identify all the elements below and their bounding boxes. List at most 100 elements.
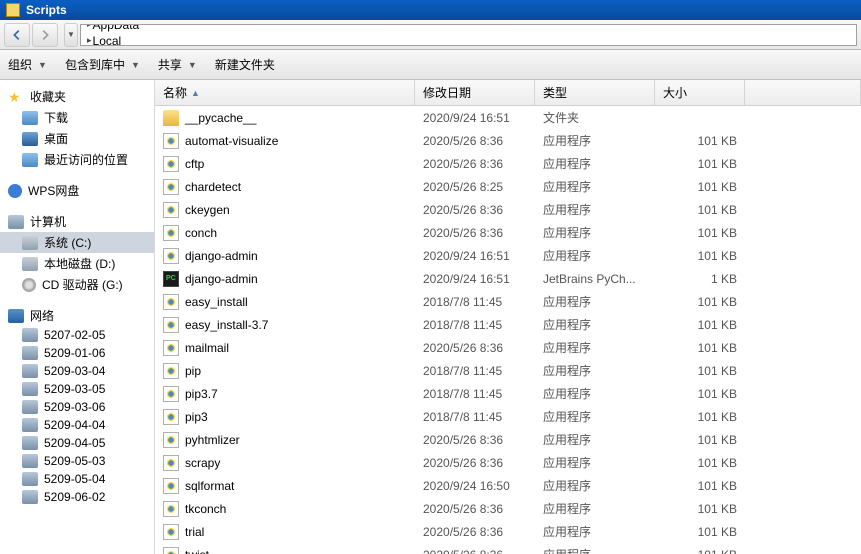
column-header-extra[interactable] — [745, 80, 861, 105]
file-row[interactable]: pip3.72018/7/8 11:45应用程序101 KB — [155, 382, 861, 405]
sidebar-item[interactable]: 下载 — [0, 107, 154, 128]
sidebar-item[interactable]: 5209-03-06 — [0, 398, 154, 416]
file-row[interactable]: tkconch2020/5/26 8:36应用程序101 KB — [155, 497, 861, 520]
file-row[interactable]: pip3 2018/7/8 11:45应用程序101 KB — [155, 405, 861, 428]
file-size-cell: 101 KB — [655, 410, 745, 424]
file-size-cell: 101 KB — [655, 295, 745, 309]
sidebar-network[interactable]: 网络 — [0, 305, 154, 326]
file-size-cell: 101 KB — [655, 479, 745, 493]
file-row[interactable]: cftp2020/5/26 8:36应用程序101 KB — [155, 152, 861, 175]
file-size-cell: 101 KB — [655, 387, 745, 401]
sidebar-item[interactable]: 5209-01-06 — [0, 344, 154, 362]
file-name: twist — [185, 548, 209, 554]
sidebar-item[interactable]: 5209-04-05 — [0, 434, 154, 452]
file-row[interactable]: pyhtmlizer2020/5/26 8:36应用程序101 KB — [155, 428, 861, 451]
file-size-cell: 101 KB — [655, 180, 745, 194]
file-date-cell: 2018/7/8 11:45 — [415, 410, 535, 424]
file-row[interactable]: easy_install2018/7/8 11:45应用程序101 KB — [155, 290, 861, 313]
file-row[interactable]: trial2020/5/26 8:36应用程序101 KB — [155, 520, 861, 543]
file-icon — [163, 294, 179, 310]
file-icon — [163, 409, 179, 425]
sidebar-item[interactable]: 5209-04-04 — [0, 416, 154, 434]
column-header-name[interactable]: 名称▲ — [155, 80, 415, 105]
file-type-cell: 应用程序 — [535, 523, 655, 540]
file-row[interactable]: django-admin2020/9/24 16:51应用程序101 KB — [155, 244, 861, 267]
file-size-cell: 101 KB — [655, 203, 745, 217]
column-header-type[interactable]: 类型 — [535, 80, 655, 105]
file-name: django-admin — [185, 249, 258, 263]
file-icon — [163, 501, 179, 517]
sidebar-item[interactable]: 桌面 — [0, 128, 154, 149]
file-row[interactable]: sqlformat2020/9/24 16:50应用程序101 KB — [155, 474, 861, 497]
nav-history-dropdown[interactable]: ▼ — [64, 23, 78, 47]
file-type-cell: 应用程序 — [535, 408, 655, 425]
column-header-size[interactable]: 大小 — [655, 80, 745, 105]
file-row[interactable]: mailmail2020/5/26 8:36应用程序101 KB — [155, 336, 861, 359]
file-row[interactable]: pip2018/7/8 11:45应用程序101 KB — [155, 359, 861, 382]
file-icon — [163, 547, 179, 554]
file-name: pip3 — [185, 410, 208, 424]
nav-forward-button[interactable] — [32, 23, 58, 47]
file-icon — [163, 524, 179, 540]
include-in-library-button[interactable]: 包含到库中▼ — [65, 56, 140, 73]
column-headers: 名称▲ 修改日期 类型 大小 — [155, 80, 861, 106]
sidebar-item[interactable]: 本地磁盘 (D:) — [0, 253, 154, 274]
pc-icon — [22, 436, 38, 450]
file-row[interactable]: chardetect2020/5/26 8:25应用程序101 KB — [155, 175, 861, 198]
file-row[interactable]: easy_install-3.72018/7/8 11:45应用程序101 KB — [155, 313, 861, 336]
cd-icon — [22, 278, 36, 292]
file-name-cell: __pycache__ — [155, 110, 415, 126]
file-date-cell: 2020/5/26 8:25 — [415, 180, 535, 194]
breadcrumb-segment[interactable]: ▸ Local — [85, 33, 164, 46]
nav-back-button[interactable] — [4, 23, 30, 47]
sidebar-computer[interactable]: 计算机 — [0, 211, 154, 232]
sidebar-item[interactable]: 5209-03-04 — [0, 362, 154, 380]
file-row[interactable]: conch2020/5/26 8:36应用程序101 KB — [155, 221, 861, 244]
file-date-cell: 2020/9/24 16:51 — [415, 111, 535, 125]
sidebar-item[interactable]: 5209-05-04 — [0, 470, 154, 488]
column-header-date[interactable]: 修改日期 — [415, 80, 535, 105]
sidebar-item[interactable]: 系统 (C:) — [0, 232, 154, 253]
cloud-icon — [8, 184, 22, 198]
organize-button[interactable]: 组织▼ — [8, 56, 47, 73]
file-type-cell: 应用程序 — [535, 362, 655, 379]
sidebar-item-label: 本地磁盘 (D:) — [44, 255, 115, 272]
file-row[interactable]: __pycache__2020/9/24 16:51文件夹 — [155, 106, 861, 129]
breadcrumb-segment[interactable]: ▸ AppData — [85, 24, 164, 33]
file-type-cell: 应用程序 — [535, 247, 655, 264]
breadcrumb[interactable]: ▸ 计算机 ▸ 系统 (C:) ▸ 用户 ▸ Administrator ▸ A… — [80, 24, 857, 46]
sidebar-item[interactable]: 5209-03-05 — [0, 380, 154, 398]
sidebar-item[interactable]: 最近访问的位置 — [0, 149, 154, 170]
sidebar-item[interactable]: CD 驱动器 (G:) — [0, 274, 154, 295]
sidebar-wps[interactable]: WPS网盘 — [0, 180, 154, 201]
file-date-cell: 2018/7/8 11:45 — [415, 387, 535, 401]
file-row[interactable]: automat-visualize2020/5/26 8:36应用程序101 K… — [155, 129, 861, 152]
sidebar-label: 收藏夹 — [30, 88, 66, 105]
toolbar: 组织▼ 包含到库中▼ 共享▼ 新建文件夹 — [0, 50, 861, 80]
sidebar-item-label: 最近访问的位置 — [44, 151, 128, 168]
file-row[interactable]: scrapy2020/5/26 8:36应用程序101 KB — [155, 451, 861, 474]
sidebar-item-label: 5209-03-06 — [44, 400, 105, 414]
pc-icon — [22, 490, 38, 504]
file-name-cell: trial — [155, 524, 415, 540]
new-folder-button[interactable]: 新建文件夹 — [215, 56, 275, 73]
sidebar-item[interactable]: 5209-06-02 — [0, 488, 154, 506]
sidebar-item[interactable]: 5209-05-03 — [0, 452, 154, 470]
file-type-cell: 应用程序 — [535, 155, 655, 172]
file-icon — [163, 271, 179, 287]
pc-icon — [22, 400, 38, 414]
network-icon — [8, 309, 24, 323]
file-row[interactable]: ckeygen2020/5/26 8:36应用程序101 KB — [155, 198, 861, 221]
sidebar-item-label: 5209-04-04 — [44, 418, 105, 432]
file-date-cell: 2020/5/26 8:36 — [415, 525, 535, 539]
file-row[interactable]: django-admin2020/9/24 16:51JetBrains PyC… — [155, 267, 861, 290]
file-icon — [163, 317, 179, 333]
share-button[interactable]: 共享▼ — [158, 56, 197, 73]
sidebar-favorites[interactable]: ★ 收藏夹 — [0, 86, 154, 107]
file-date-cell: 2018/7/8 11:45 — [415, 364, 535, 378]
sidebar-item-label: 5209-05-04 — [44, 472, 105, 486]
file-type-cell: JetBrains PyCh... — [535, 272, 655, 286]
file-row[interactable]: twist2020/5/26 8:36应用程序101 KB — [155, 543, 861, 554]
file-type-cell: 应用程序 — [535, 224, 655, 241]
sidebar-item[interactable]: 5207-02-05 — [0, 326, 154, 344]
